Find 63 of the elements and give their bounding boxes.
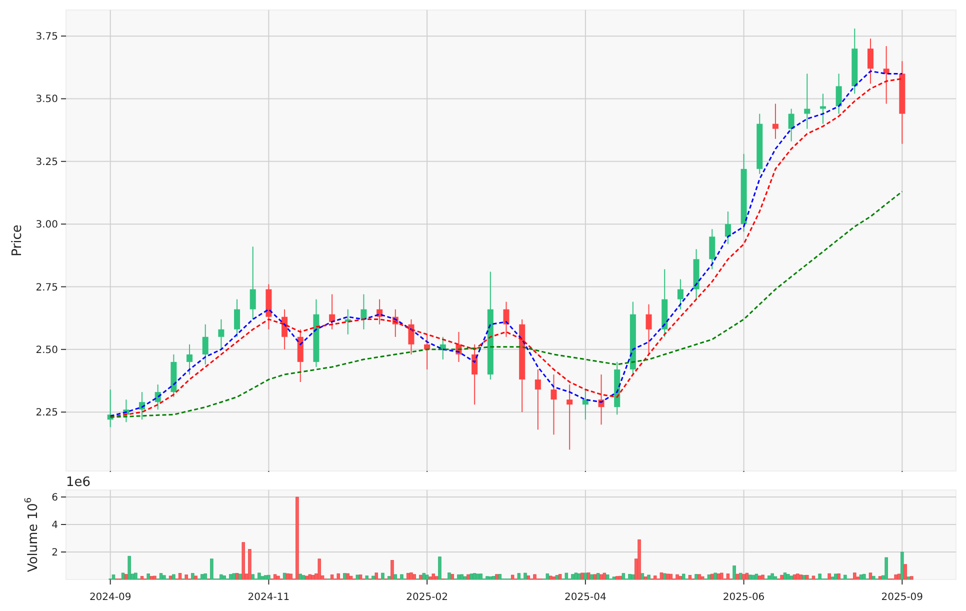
axis-tick-label: 2025-09 [881,592,924,603]
candlestick [724,211,731,245]
candlestick [123,399,130,423]
candlestick [867,38,874,84]
candlestick [329,294,336,330]
axis-tick-label: 2 [52,548,58,558]
candlestick [788,108,794,142]
axis-tick-label: 2024-09 [89,592,132,603]
candlestick [598,374,604,426]
candlestick [392,308,398,338]
axis-tick-label: 3.25 [36,156,58,168]
candlestick [820,93,826,124]
axis-tick-label: 2.50 [36,344,58,356]
candlestick [139,392,146,420]
candlestick [408,318,414,355]
candlestick [376,298,383,325]
candlestick [424,334,430,370]
axis-tick-label: 3.75 [36,32,58,43]
axis-tick-label: 3.00 [36,220,58,231]
candlestick [202,324,208,365]
candlestick [804,73,810,130]
candlestick [503,301,510,338]
candlestick [566,384,573,450]
candlestick [344,308,351,335]
candlestick [234,298,240,338]
candlestick [313,298,320,368]
candlestick [282,308,288,350]
candlestick [582,389,588,420]
candlestick [693,248,700,300]
candlestick [440,336,446,360]
candlestick [186,344,193,375]
axis-tick-label: 2025-04 [564,592,606,603]
candlestick [534,368,541,430]
candlestick [266,284,272,330]
offset-label: 1e6 [66,475,91,490]
candlestick [614,361,620,416]
candlestick [677,278,684,310]
axis-tick-label: 2024-11 [248,592,290,603]
axis-tick-label: 2.75 [36,282,58,294]
candlestick [883,46,890,104]
candlestick [360,294,367,330]
candlestick [772,103,778,140]
candlestick [852,28,858,94]
candlestick [456,331,462,362]
candlestick [646,304,652,355]
candlestick [550,374,557,436]
axis-tick-label: 3.50 [36,94,58,106]
axis-tick-label: 2025-06 [722,592,765,603]
candlestick [662,268,668,338]
axis-tick-label: 2025-02 [406,592,448,603]
candlestick [709,228,716,270]
candlestick [218,318,224,350]
axis-tick-label: 4 [52,520,58,531]
axis-tick-label: 2.25 [36,408,58,419]
axis-tick-label: 6 [52,492,58,504]
axis-label: Price [10,224,25,256]
candlestick [756,113,763,174]
candlestick [107,389,114,428]
candlestick [836,73,842,114]
candlestick [170,354,177,398]
candlestick [472,344,478,406]
candlestick [154,384,161,410]
candlestick [297,328,304,382]
